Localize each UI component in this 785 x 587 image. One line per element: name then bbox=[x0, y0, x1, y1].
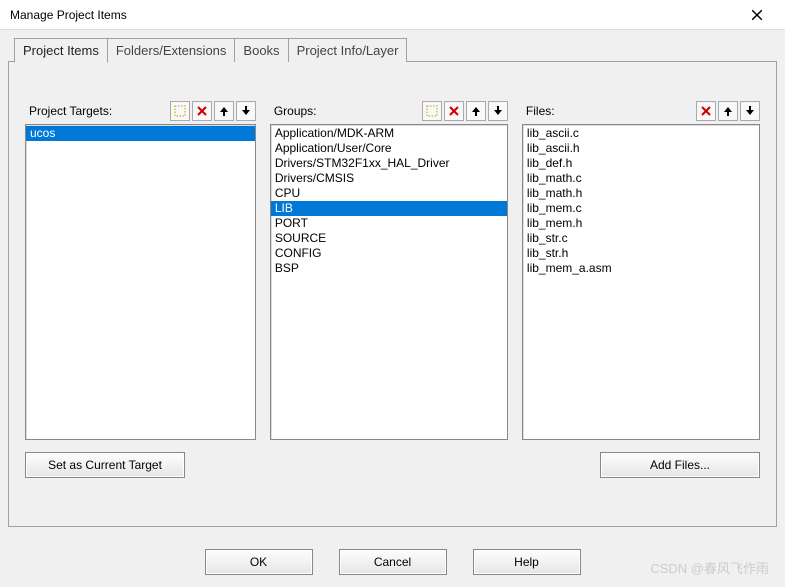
list-item[interactable]: lib_mem.h bbox=[523, 216, 759, 231]
targets-delete-button[interactable] bbox=[192, 101, 212, 121]
list-item[interactable]: ucos bbox=[26, 126, 255, 141]
tab-panel: Project Targets: ucos Groups: Applica bbox=[8, 61, 777, 527]
tab-project-info-layer[interactable]: Project Info/Layer bbox=[288, 38, 408, 62]
tab-project-items[interactable]: Project Items bbox=[14, 38, 108, 63]
files-listbox[interactable]: lib_ascii.clib_ascii.hlib_def.hlib_math.… bbox=[522, 124, 760, 440]
files-up-button[interactable] bbox=[718, 101, 738, 121]
targets-label: Project Targets: bbox=[25, 102, 168, 120]
footer-row: OK Cancel Help bbox=[0, 549, 785, 575]
column-header-targets: Project Targets: bbox=[25, 100, 256, 122]
list-item[interactable]: lib_ascii.h bbox=[523, 141, 759, 156]
new-icon bbox=[174, 105, 186, 117]
arrow-up-icon bbox=[722, 105, 734, 117]
close-button[interactable] bbox=[737, 1, 777, 29]
arrow-down-icon bbox=[744, 105, 756, 117]
list-item[interactable]: lib_str.c bbox=[523, 231, 759, 246]
list-item[interactable]: CONFIG bbox=[271, 246, 507, 261]
groups-new-button[interactable] bbox=[422, 101, 442, 121]
columns: Project Targets: ucos Groups: Applica bbox=[25, 100, 760, 440]
files-delete-button[interactable] bbox=[696, 101, 716, 121]
arrow-up-icon bbox=[218, 105, 230, 117]
groups-delete-button[interactable] bbox=[444, 101, 464, 121]
arrow-down-icon bbox=[240, 105, 252, 117]
list-item[interactable]: Application/User/Core bbox=[271, 141, 507, 156]
delete-icon bbox=[700, 105, 712, 117]
delete-icon bbox=[448, 105, 460, 117]
groups-listbox[interactable]: Application/MDK-ARMApplication/User/Core… bbox=[270, 124, 508, 440]
tab-folders-extensions[interactable]: Folders/Extensions bbox=[107, 38, 236, 62]
column-targets: Project Targets: ucos bbox=[25, 100, 256, 440]
files-down-button[interactable] bbox=[740, 101, 760, 121]
help-button[interactable]: Help bbox=[473, 549, 581, 575]
list-item[interactable]: LIB bbox=[271, 201, 507, 216]
tab-books[interactable]: Books bbox=[234, 38, 288, 62]
tab-row: Project Items Folders/Extensions Books P… bbox=[14, 38, 777, 62]
column-header-groups: Groups: bbox=[270, 100, 508, 122]
groups-down-button[interactable] bbox=[488, 101, 508, 121]
column-files: Files: lib_ascii.clib_ascii.hlib_def.hli… bbox=[522, 100, 760, 440]
list-item[interactable]: lib_mem_a.asm bbox=[523, 261, 759, 276]
set-current-target-button[interactable]: Set as Current Target bbox=[25, 452, 185, 478]
add-files-button[interactable]: Add Files... bbox=[600, 452, 760, 478]
targets-down-button[interactable] bbox=[236, 101, 256, 121]
delete-icon bbox=[196, 105, 208, 117]
spacer bbox=[185, 452, 600, 478]
dialog-body: Project Items Folders/Extensions Books P… bbox=[0, 30, 785, 587]
window-title: Manage Project Items bbox=[8, 8, 737, 22]
groups-up-button[interactable] bbox=[466, 101, 486, 121]
list-item[interactable]: Application/MDK-ARM bbox=[271, 126, 507, 141]
ok-button[interactable]: OK bbox=[205, 549, 313, 575]
titlebar: Manage Project Items bbox=[0, 0, 785, 30]
below-row: Set as Current Target Add Files... bbox=[25, 440, 760, 478]
column-header-files: Files: bbox=[522, 100, 760, 122]
arrow-up-icon bbox=[470, 105, 482, 117]
targets-up-button[interactable] bbox=[214, 101, 234, 121]
list-item[interactable]: BSP bbox=[271, 261, 507, 276]
list-item[interactable]: lib_ascii.c bbox=[523, 126, 759, 141]
list-item[interactable]: lib_math.h bbox=[523, 186, 759, 201]
column-groups: Groups: Application/MDK-ARMApplication/U… bbox=[270, 100, 508, 440]
list-item[interactable]: lib_str.h bbox=[523, 246, 759, 261]
arrow-down-icon bbox=[492, 105, 504, 117]
list-item[interactable]: PORT bbox=[271, 216, 507, 231]
cancel-button[interactable]: Cancel bbox=[339, 549, 447, 575]
groups-label: Groups: bbox=[270, 102, 420, 120]
close-icon bbox=[751, 9, 763, 21]
new-icon bbox=[426, 105, 438, 117]
list-item[interactable]: CPU bbox=[271, 186, 507, 201]
targets-new-button[interactable] bbox=[170, 101, 190, 121]
list-item[interactable]: lib_mem.c bbox=[523, 201, 759, 216]
targets-listbox[interactable]: ucos bbox=[25, 124, 256, 440]
list-item[interactable]: lib_def.h bbox=[523, 156, 759, 171]
list-item[interactable]: lib_math.c bbox=[523, 171, 759, 186]
list-item[interactable]: Drivers/CMSIS bbox=[271, 171, 507, 186]
files-label: Files: bbox=[522, 102, 694, 120]
list-item[interactable]: Drivers/STM32F1xx_HAL_Driver bbox=[271, 156, 507, 171]
list-item[interactable]: SOURCE bbox=[271, 231, 507, 246]
